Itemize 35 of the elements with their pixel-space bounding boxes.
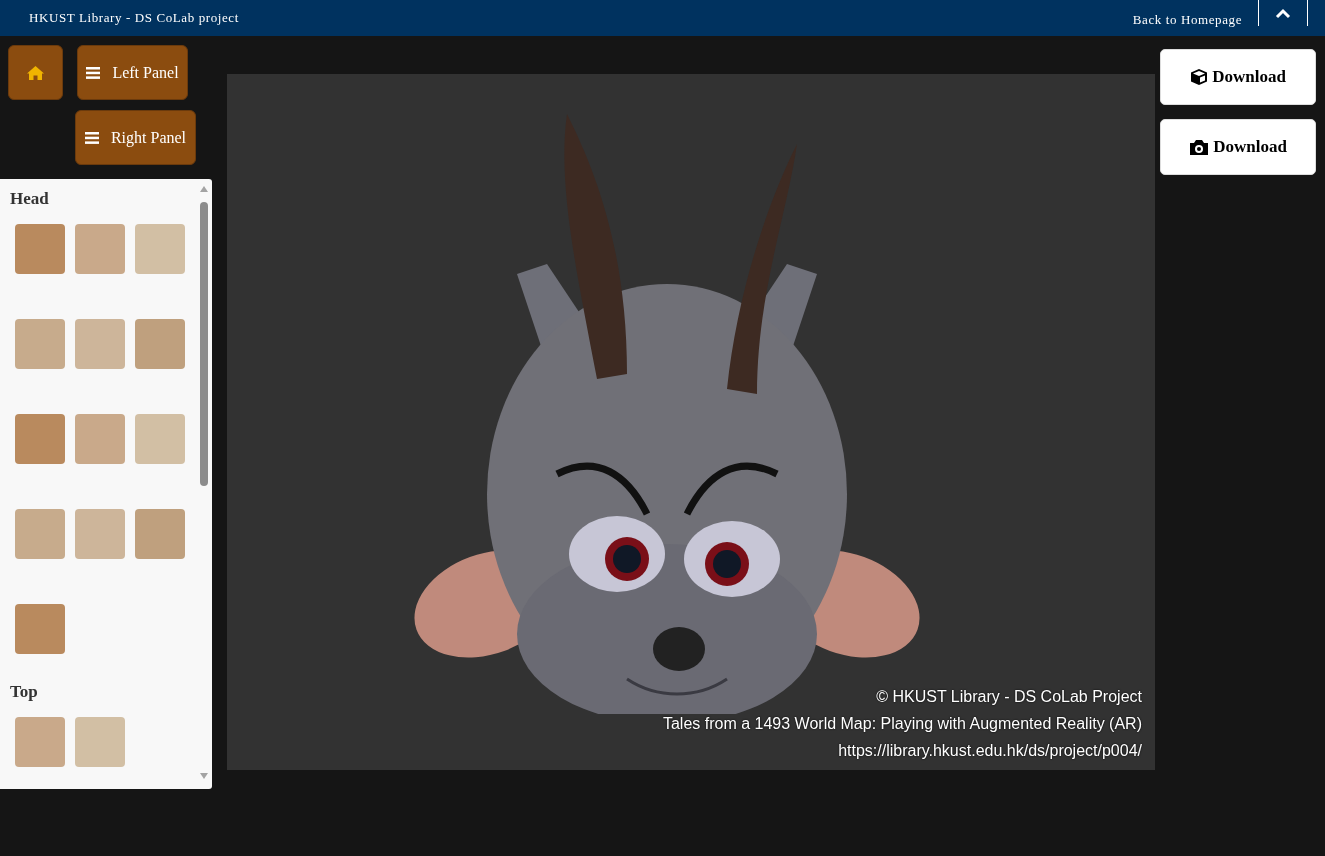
thumbnail-placeholder[interactable] [15, 604, 65, 654]
camera-icon [1189, 138, 1210, 156]
download-model-button[interactable]: Download [1160, 49, 1316, 105]
section-heading: Top [10, 682, 39, 702]
thumbnail-placeholder[interactable] [15, 509, 65, 559]
thumbnail-placeholder[interactable] [15, 414, 65, 464]
menu-icon [86, 66, 101, 79]
collapse-button[interactable] [1258, 0, 1308, 26]
project-url: https://library.hkust.edu.hk/ds/project/p004/ [838, 742, 1142, 760]
right-panel-button[interactable]: Right Panel [75, 110, 196, 165]
thumbnail-placeholder[interactable] [135, 224, 185, 274]
thumbnail-placeholder[interactable] [75, 224, 125, 274]
thumbnail-placeholder[interactable] [135, 509, 185, 559]
thumbnail-placeholder[interactable] [15, 224, 65, 274]
thumbnail-placeholder[interactable] [135, 414, 185, 464]
menu-icon [84, 131, 99, 144]
credit-line: Tales from a 1493 World Map: Playing with Augmented Reality (AR) [662, 715, 1142, 733]
cube-icon [1190, 68, 1209, 86]
thumbnail-placeholder[interactable] [135, 319, 185, 369]
thumbnail-placeholder[interactable] [75, 414, 125, 464]
chevron-up-icon [1275, 7, 1291, 19]
back-to-homepage-link[interactable]: Back to Homepage [1132, 12, 1258, 28]
home-icon [26, 64, 45, 81]
thumbnail-placeholder[interactable] [15, 717, 65, 767]
left-panel-button[interactable]: Left Panel [77, 45, 188, 100]
home-button[interactable] [8, 45, 63, 100]
thumbnail-placeholder[interactable] [75, 509, 125, 559]
download-image-button[interactable]: Download [1160, 119, 1316, 175]
credit-line: © HKUST Library - DS CoLab Project [876, 688, 1142, 706]
site-title: HKUST Library - DS CoLab project [29, 10, 239, 26]
thumbnail-placeholder[interactable] [75, 319, 125, 369]
thumbnail-placeholder[interactable] [75, 717, 125, 767]
section-heading: Head [10, 189, 50, 209]
model-viewer[interactable]: © HKUST Library - DS CoLab Project Tales from a 1493 World Map: Playing with Augmented Reality (AR) https://library.hkust.edu.hk/ds/project/p004/ [227, 74, 1155, 770]
thumbnail-placeholder[interactable] [15, 319, 65, 369]
